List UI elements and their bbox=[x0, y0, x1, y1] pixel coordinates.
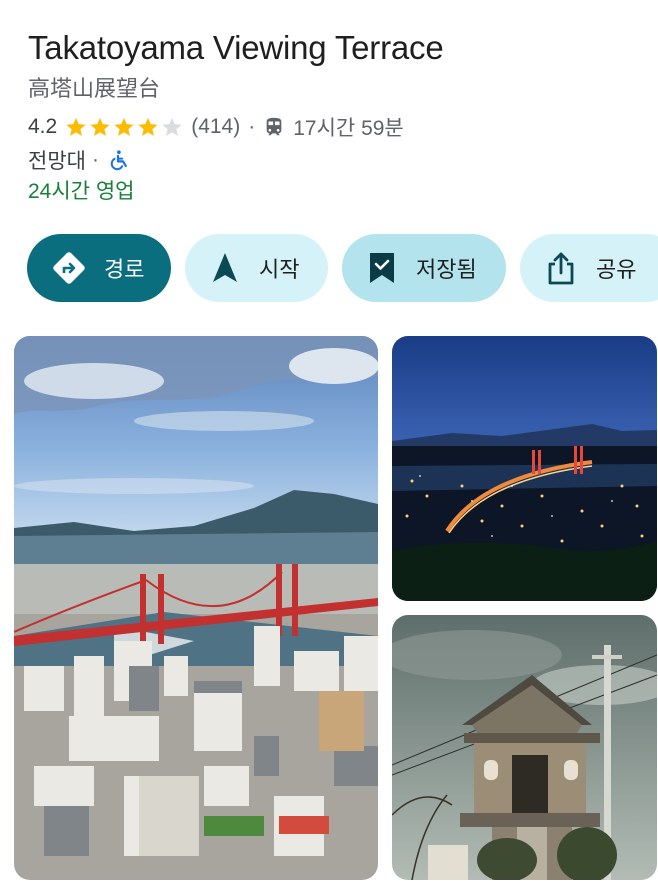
directions-button[interactable]: 경로 bbox=[27, 234, 171, 302]
start-label: 시작 bbox=[259, 257, 300, 282]
review-count[interactable]: (414) bbox=[191, 115, 240, 139]
star-empty-icon bbox=[162, 117, 182, 136]
place-subtitle: 高塔山展望台 bbox=[28, 76, 161, 101]
star-icon bbox=[90, 117, 110, 136]
train-icon bbox=[266, 117, 282, 136]
star-icon bbox=[66, 117, 86, 136]
navigation-arrow-icon bbox=[213, 253, 237, 282]
separator-dot: · bbox=[91, 148, 99, 171]
wheelchair-icon[interactable] bbox=[107, 148, 129, 172]
saved-button[interactable]: 저장됨 bbox=[342, 234, 506, 302]
photo-city-day[interactable] bbox=[14, 336, 378, 880]
start-button[interactable]: 시작 bbox=[185, 234, 328, 302]
photo-observation-tower[interactable] bbox=[392, 615, 657, 880]
rating-row[interactable]: 4.2 (414) · 17시간 59분 bbox=[28, 112, 404, 142]
share-icon bbox=[548, 252, 574, 285]
share-button[interactable]: 공유 bbox=[520, 234, 658, 302]
separator-dot: · bbox=[248, 115, 256, 138]
open-hours: 24시간 영업 bbox=[28, 180, 135, 203]
star-icon bbox=[138, 117, 158, 136]
category-row: 전망대 · bbox=[28, 145, 129, 175]
photo-city-night[interactable] bbox=[392, 336, 657, 601]
star-rating bbox=[65, 116, 185, 138]
rating-value: 4.2 bbox=[28, 115, 58, 138]
directions-icon bbox=[53, 252, 85, 284]
transit-time: 17시간 59분 bbox=[293, 117, 404, 140]
bookmark-check-icon bbox=[370, 253, 394, 283]
place-title: Takatoyama Viewing Terrace bbox=[28, 29, 444, 66]
share-label: 공유 bbox=[596, 257, 637, 282]
place-category: 전망대 bbox=[28, 150, 86, 173]
saved-label: 저장됨 bbox=[416, 257, 477, 282]
star-icon bbox=[114, 117, 134, 136]
directions-label: 경로 bbox=[104, 257, 145, 282]
